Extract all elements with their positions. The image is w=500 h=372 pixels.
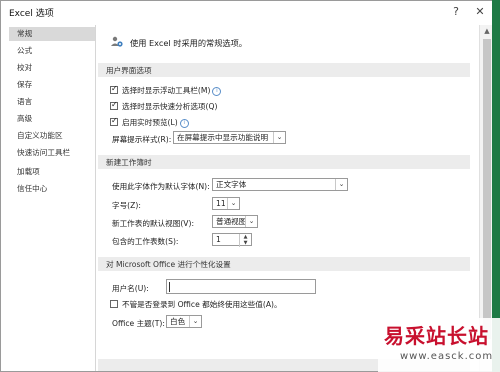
sidebar-item-language[interactable]: 语言 <box>9 95 95 109</box>
sidebar-item-proofing[interactable]: 校对 <box>9 61 95 75</box>
sidebar-item-customize-ribbon[interactable]: 自定义功能区 <box>9 129 95 143</box>
quick-analysis-checkbox[interactable] <box>110 100 118 110</box>
sidebar-item-formulas[interactable]: 公式 <box>9 44 95 58</box>
window-title: Excel 选项 <box>9 9 54 19</box>
always-use-label: 不管是否登录到 Office 都始终使用这些值(A)。 <box>122 300 282 309</box>
chevron-down-icon: ⌄ <box>227 198 239 209</box>
default-font-select[interactable]: 正文字体 ⌄ <box>212 178 348 191</box>
spin-down-icon[interactable]: ▼ <box>240 240 251 246</box>
screentip-select[interactable]: 在屏幕提示中显示功能说明 ⌄ <box>173 131 286 144</box>
screentip-value: 在屏幕提示中显示功能说明 <box>177 133 269 142</box>
chevron-down-icon: ⌄ <box>245 216 257 227</box>
chevron-down-icon: ⌄ <box>189 316 201 327</box>
sheet-count-value: 1 <box>216 235 221 244</box>
username-input[interactable] <box>166 279 316 294</box>
screentip-label: 屏幕提示样式(R): <box>112 135 172 144</box>
sheet-count-label: 包含的工作表数(S): <box>112 237 179 246</box>
theme-label: Office 主题(T): <box>112 319 165 328</box>
sheet-count-stepper[interactable]: 1 ▲ ▼ <box>212 233 252 247</box>
text-caret <box>169 282 170 292</box>
theme-select[interactable]: 白色 ⌄ <box>166 315 202 328</box>
info-icon: i <box>212 87 222 96</box>
default-font-label: 使用此字体作为默认字体(N): <box>112 182 210 191</box>
watermark-logo-text: 易采站长站 <box>384 324 489 348</box>
sidebar-item-general[interactable]: 常规 <box>9 27 95 41</box>
section-personalize: 对 Microsoft Office 进行个性化设置 <box>98 257 470 271</box>
font-size-select[interactable]: 11 ⌄ <box>212 197 240 210</box>
theme-value: 白色 <box>170 317 186 326</box>
default-view-value: 普通视图 <box>216 217 247 226</box>
help-button[interactable]: ? <box>445 3 467 21</box>
section-personalize-title: 对 Microsoft Office 进行个性化设置 <box>106 260 231 269</box>
options-sidebar: 常规 公式 校对 保存 语言 高级 自定义功能区 快速访问工具栏 加载项 信任中… <box>9 25 96 371</box>
info-icon: i <box>179 119 189 128</box>
sidebar-item-save[interactable]: 保存 <box>9 78 95 92</box>
section-ui-options: 用户界面选项 <box>98 63 470 77</box>
section-new-workbook: 新建工作簿时 <box>98 155 470 169</box>
scroll-thumb[interactable] <box>483 39 491 339</box>
live-preview-row: 启用实时预览(L) i <box>122 117 189 128</box>
watermark-url: www.easck.com <box>400 351 494 362</box>
default-view-label: 新工作表的默认视图(V): <box>112 219 195 228</box>
spin-buttons[interactable]: ▲ ▼ <box>239 234 251 247</box>
mini-toolbar-label: 选择时显示浮动工具栏(M) <box>122 86 211 95</box>
live-preview-checkbox[interactable] <box>110 116 118 126</box>
title-bar: Excel 选项 ? ✕ <box>1 1 499 23</box>
mini-toolbar-row: 选择时显示浮动工具栏(M) i <box>122 85 222 96</box>
always-use-checkbox[interactable] <box>110 300 118 308</box>
site-watermark: 易采站长站 www.easck.com <box>378 318 500 372</box>
sidebar-item-quick-access[interactable]: 快速访问工具栏 <box>9 146 95 160</box>
close-button[interactable]: ✕ <box>469 3 491 21</box>
quick-analysis-label: 选择时显示快速分析选项(Q) <box>122 102 218 111</box>
default-font-value: 正文字体 <box>216 180 247 189</box>
live-preview-label: 启用实时预览(L) <box>122 118 178 127</box>
intro-text: 使用 Excel 时采用的常规选项。 <box>130 38 247 48</box>
sidebar-item-advanced[interactable]: 高级 <box>9 112 95 126</box>
people-settings-icon <box>111 36 123 47</box>
username-label: 用户名(U): <box>112 284 149 293</box>
font-size-label: 字号(Z): <box>112 201 141 210</box>
chevron-down-icon: ⌄ <box>273 132 285 143</box>
default-view-select[interactable]: 普通视图 ⌄ <box>212 215 258 228</box>
chevron-down-icon: ⌄ <box>335 179 347 190</box>
options-dialog: Excel 选项 ? ✕ 常规 公式 校对 保存 语言 高级 自定义功能区 快速… <box>0 0 500 372</box>
section-ui-options-title: 用户界面选项 <box>106 66 152 75</box>
section-new-workbook-title: 新建工作簿时 <box>106 158 152 167</box>
sidebar-item-addins[interactable]: 加载项 <box>9 165 95 179</box>
sidebar-item-trust-center[interactable]: 信任中心 <box>9 182 95 196</box>
font-size-value: 11 <box>216 199 226 208</box>
mini-toolbar-checkbox[interactable] <box>110 84 118 94</box>
excel-window-edge <box>492 0 500 372</box>
